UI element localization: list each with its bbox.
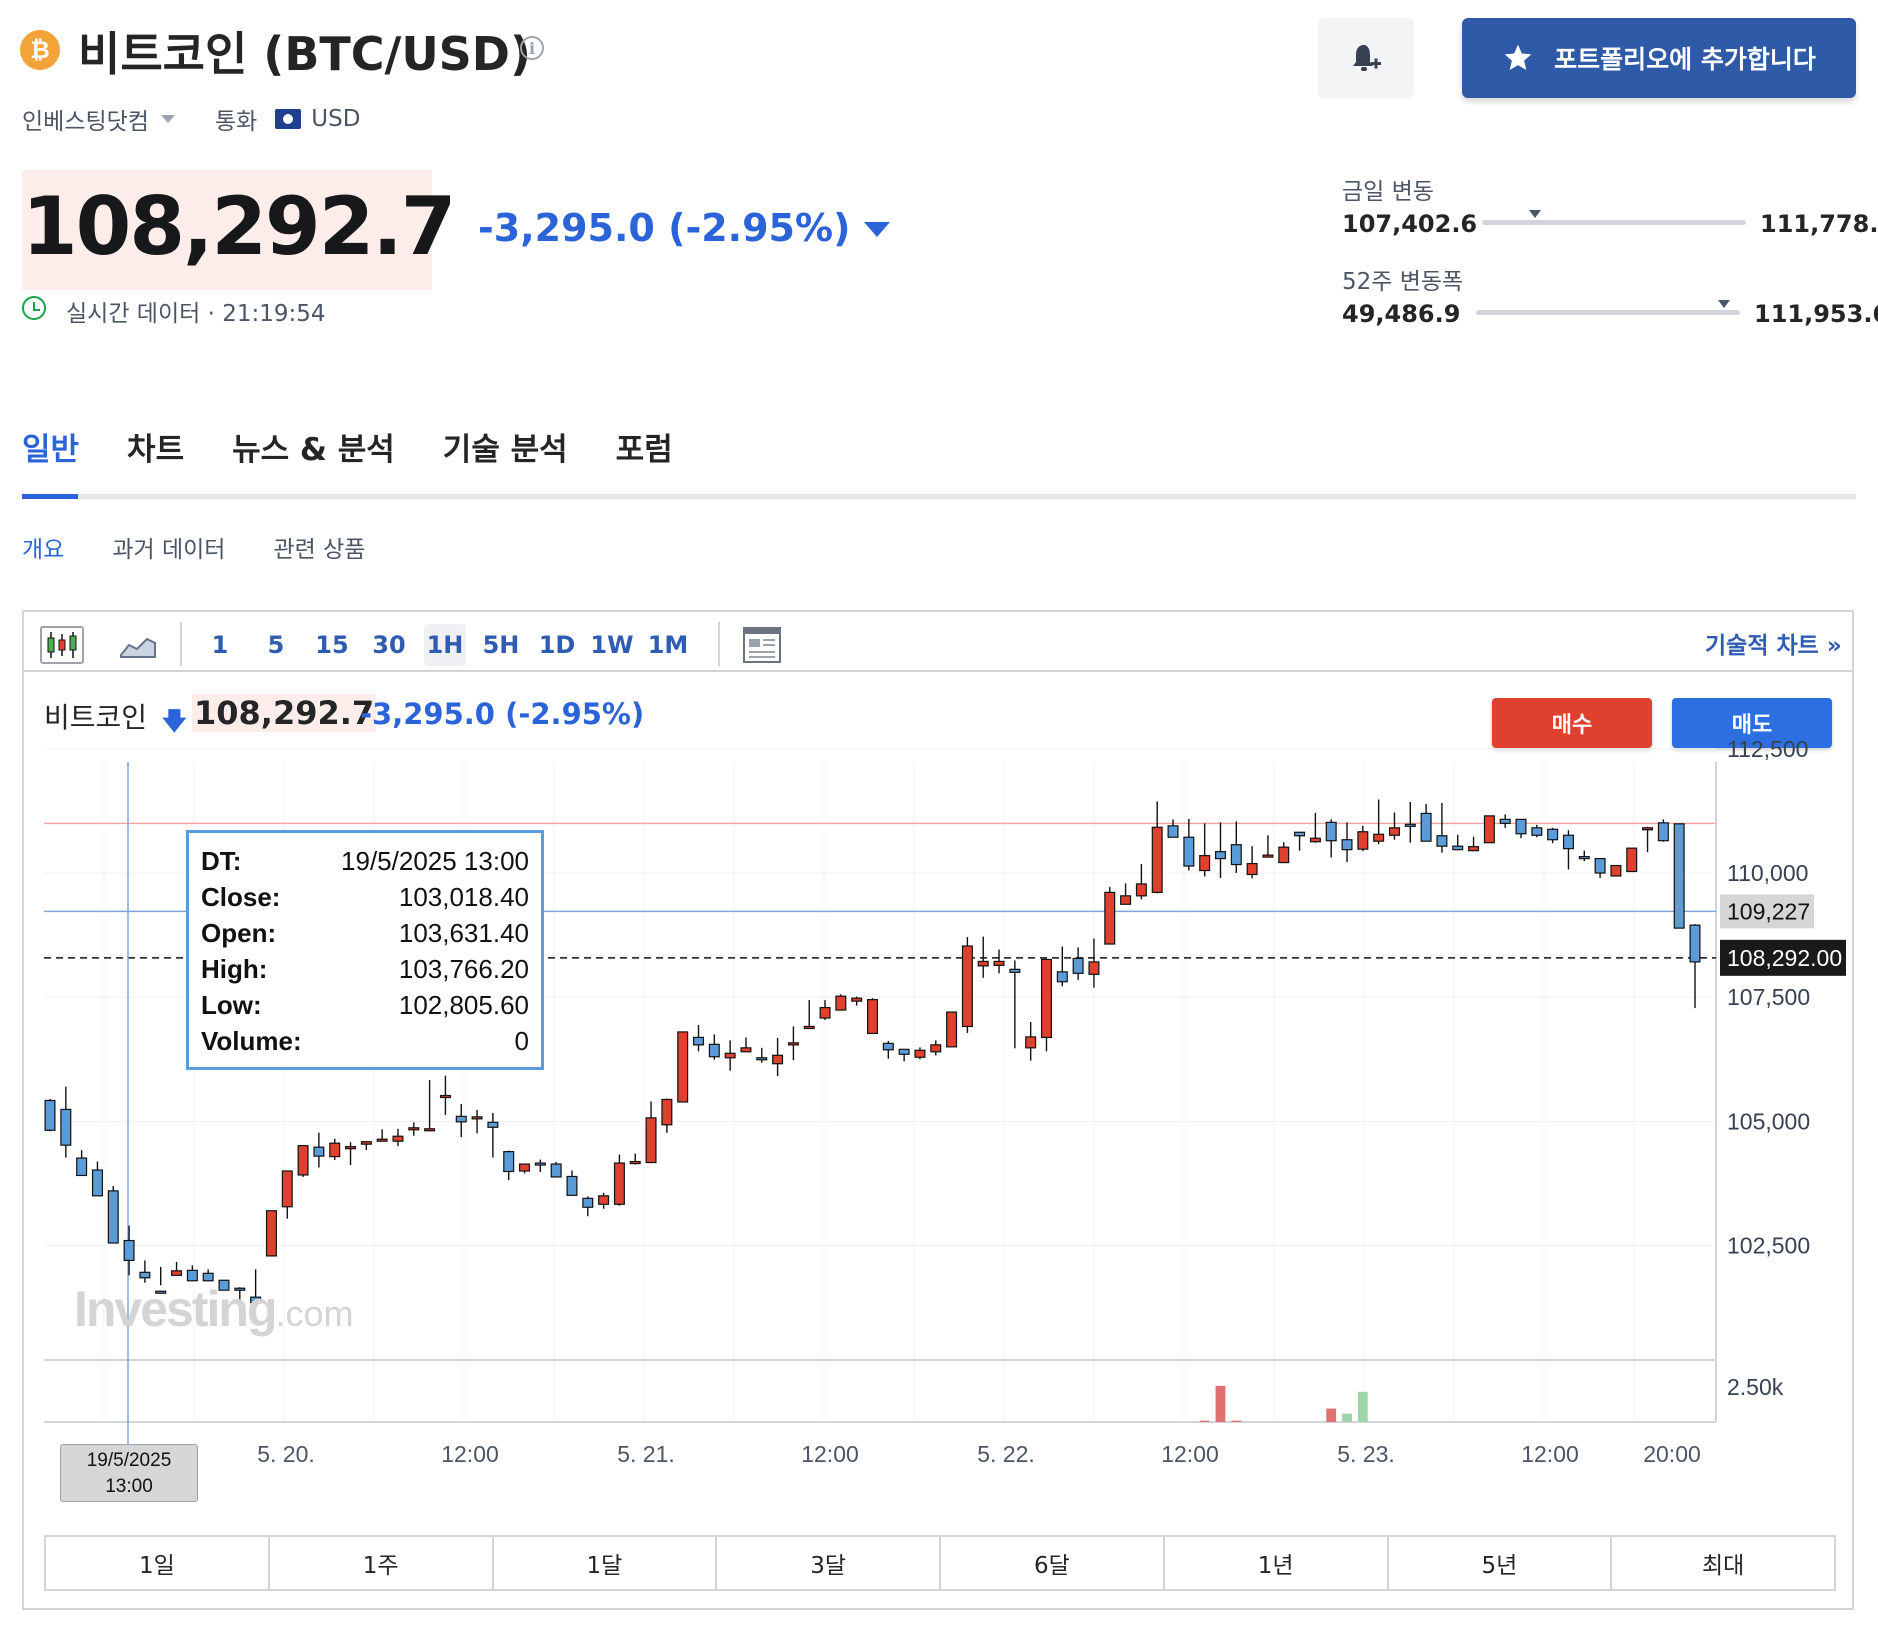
chart-widget [22, 610, 1854, 1610]
week52-range-label: 52주 변동폭 [1342, 269, 1464, 295]
area-type-button[interactable] [118, 624, 158, 666]
technical-chart-link[interactable]: 기술적 차트 » [1705, 626, 1842, 660]
timeframe-1m[interactable]: 1M [648, 624, 689, 666]
currency-value: USD [311, 106, 361, 132]
star-icon [1504, 44, 1532, 70]
tooltip-high-label: High: [201, 954, 268, 984]
tab-forum[interactable]: 포럼 [616, 424, 673, 469]
subtab-overview[interactable]: 개요 [22, 530, 64, 564]
price-change: -3,295.0 (-2.95%) [478, 206, 850, 250]
week52-range-high: 111,953.6 [1754, 300, 1878, 328]
timeframe-1w[interactable]: 1W [590, 624, 633, 666]
watermark-suffix: .com [275, 1293, 354, 1334]
candle-tooltip: DT: 19/5/2025 13:00 Close: 103,018.40 Open… [186, 830, 544, 1070]
period-1y[interactable]: 1년 [1165, 1537, 1389, 1589]
day-range-low: 107,402.6 [1342, 210, 1478, 238]
subtab-historical-data[interactable]: 과거 데이터 [112, 530, 225, 564]
timeframe-1[interactable]: 1 [206, 624, 234, 666]
week52-range-bar [1476, 310, 1740, 315]
indicators-button[interactable] [740, 624, 784, 666]
period-5y[interactable]: 5년 [1389, 1537, 1613, 1589]
tooltip-open: 103,631.40 [398, 918, 529, 948]
chart-change-percent: (-2.95%) [505, 697, 645, 731]
crosshair-time-label: 19/5/2025 13:00 [60, 1444, 198, 1502]
crosshair-time: 13:00 [105, 1476, 153, 1497]
toolbar-divider [180, 622, 182, 666]
timeframe-30[interactable]: 30 [370, 624, 408, 666]
page-title: 비트코인 (BTC/USD) [78, 27, 532, 81]
tooltip-dt-label: DT: [201, 846, 242, 876]
layout-icon [743, 627, 781, 663]
chevron-down-icon[interactable] [160, 115, 175, 123]
area-chart-icon [120, 637, 156, 658]
timeframe-1d[interactable]: 1D [538, 624, 576, 666]
sub-tabs: 개요 과거 데이터 관련 상품 [22, 530, 365, 564]
source-currency-row: 인베스팅닷컴 통화 USD [22, 102, 360, 136]
timeframe-1h[interactable]: 1H [424, 624, 466, 666]
arrow-down-icon: 🡇 [162, 707, 187, 735]
investing-watermark: Investing.com [74, 1280, 354, 1338]
price-change-value: -3,295.0 [478, 206, 655, 250]
period-1m[interactable]: 1달 [494, 1537, 718, 1589]
chart-change-value: -3,295.0 [360, 697, 495, 731]
day-range-high: 111,778.7 [1760, 210, 1878, 238]
tab-general[interactable]: 일반 [22, 424, 79, 469]
period-1d[interactable]: 1일 [46, 1537, 270, 1589]
day-range-marker [1528, 210, 1541, 218]
crosshair-date: 19/5/2025 [86, 1450, 172, 1471]
chart-instrument-name: 비트코인 [44, 701, 148, 734]
tooltip-high: 103,766.20 [398, 954, 529, 984]
timeframe-5[interactable]: 5 [262, 624, 290, 666]
tooltip-open-label: Open: [201, 918, 277, 948]
candlestick-icon [40, 626, 84, 664]
week52-range-marker [1718, 300, 1731, 308]
tab-chart[interactable]: 차트 [127, 424, 184, 469]
tooltip-close-label: Close: [201, 882, 281, 912]
subtab-related-products[interactable]: 관련 상품 [273, 530, 365, 564]
day-range-bar [1482, 220, 1746, 225]
period-3m[interactable]: 3달 [717, 1537, 941, 1589]
last-price: 108,292.7 [22, 180, 456, 273]
chart-price-change: -3,295.0 (-2.95%) [360, 697, 644, 731]
active-tab-indicator [22, 494, 78, 499]
tooltip-close: 103,018.40 [398, 882, 529, 912]
chart-price: 108,292.7 [192, 694, 377, 732]
chart-toolbar [24, 612, 1852, 672]
tooltip-low-label: Low: [201, 990, 262, 1020]
tab-divider [22, 494, 1856, 499]
timeframe-5h[interactable]: 5H [482, 624, 520, 666]
timeframe-15[interactable]: 15 [314, 624, 350, 666]
buy-button[interactable]: 매수 [1492, 698, 1652, 748]
period-6m[interactable]: 6달 [941, 1537, 1165, 1589]
add-to-portfolio-button[interactable]: 포트폴리오에 추가합니다 [1462, 18, 1856, 98]
clock-icon [22, 296, 46, 320]
tab-news-analysis[interactable]: 뉴스 & 분석 [232, 424, 395, 469]
watermark-brand: Investing [74, 1281, 277, 1337]
tab-technical-analysis[interactable]: 기술 분석 [443, 424, 568, 469]
tooltip-volume-label: Volume: [201, 1026, 302, 1056]
bell-plus-icon [1353, 45, 1381, 71]
period-1w[interactable]: 1주 [270, 1537, 494, 1589]
period-max[interactable]: 최대 [1612, 1537, 1834, 1589]
down-arrow-icon [864, 222, 890, 237]
toolbar-divider [718, 622, 720, 666]
main-tabs: 일반 차트 뉴스 & 분석 기술 분석 포럼 [22, 424, 673, 469]
currency-label: 통화 [214, 109, 258, 135]
period-selector: 1일 1주 1달 3달 6달 1년 5년 최대 [44, 1535, 1836, 1591]
candlestick-type-button[interactable] [38, 624, 86, 666]
day-range-label: 금일 변동 [1342, 179, 1434, 205]
source-selector[interactable]: 인베스팅닷컴 [22, 102, 149, 136]
add-to-portfolio-label: 포트폴리오에 추가합니다 [1554, 45, 1816, 74]
bitcoin-logo-icon: ₿ [20, 30, 60, 70]
realtime-status: 실시간 데이터 · 21:19:54 [66, 301, 326, 327]
tooltip-low: 102,805.60 [398, 990, 529, 1020]
currency-flag-icon [275, 109, 302, 129]
sell-button[interactable]: 매도 [1672, 698, 1832, 748]
price-change-percent: (-2.95%) [668, 206, 851, 250]
info-icon[interactable]: i [520, 36, 544, 60]
week52-range-low: 49,486.9 [1342, 300, 1461, 328]
tooltip-volume: 0 [514, 1026, 529, 1056]
add-alert-button[interactable] [1318, 18, 1414, 98]
tooltip-dt: 19/5/2025 13:00 [341, 846, 529, 876]
